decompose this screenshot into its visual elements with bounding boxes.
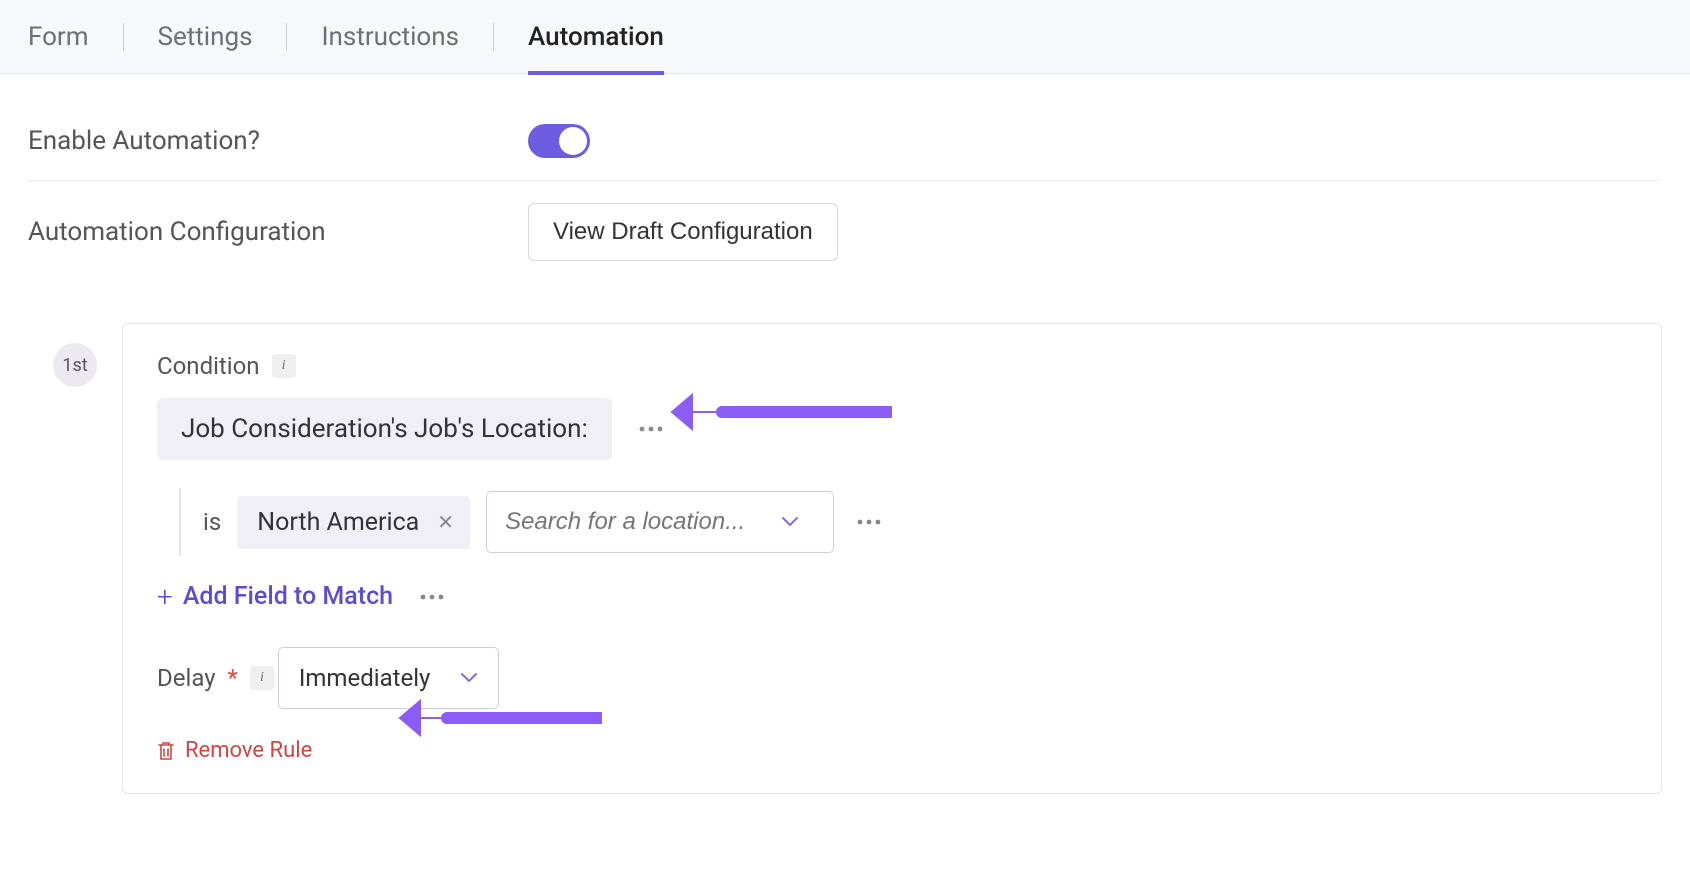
tab-instructions[interactable]: Instructions	[321, 0, 459, 74]
condition-value-chip: North America ✕	[237, 496, 470, 549]
location-search-input[interactable]	[505, 508, 765, 536]
plus-icon: +	[157, 580, 173, 613]
annotation-arrow-icon	[662, 387, 892, 437]
location-search-combobox[interactable]	[486, 491, 834, 553]
chevron-down-icon	[460, 672, 478, 684]
condition-label-row: Condition i	[157, 352, 296, 380]
automation-config-label: Automation Configuration	[28, 217, 528, 247]
info-icon[interactable]: i	[250, 666, 274, 690]
content-area: Enable Automation? Automation Configurat…	[0, 74, 1690, 822]
trash-icon	[157, 741, 175, 761]
view-draft-configuration-button[interactable]: View Draft Configuration	[528, 203, 838, 261]
add-field-row: + Add Field to Match	[157, 580, 1627, 613]
step-column: 1st	[28, 323, 122, 395]
condition-label: Condition	[157, 352, 260, 380]
condition-operator: is	[203, 508, 221, 536]
condition-field-row: Job Consideration's Job's Location:	[157, 398, 1627, 460]
tab-form[interactable]: Form	[28, 0, 89, 74]
add-field-more-icon[interactable]	[413, 587, 451, 607]
delay-value: Immediately	[299, 664, 431, 692]
condition-value-row: is North America ✕	[179, 488, 1627, 556]
condition-field-pill[interactable]: Job Consideration's Job's Location:	[157, 398, 612, 460]
rule-wrap: 1st Condition i Job Consideration's Job'…	[28, 323, 1662, 794]
automation-config-row: Automation Configuration View Draft Conf…	[28, 181, 1662, 283]
tab-automation[interactable]: Automation	[528, 0, 664, 74]
required-asterisk: *	[228, 664, 238, 692]
step-badge: 1st	[53, 343, 97, 387]
add-field-label: Add Field to Match	[183, 582, 393, 611]
condition-value-text: North America	[257, 508, 419, 537]
enable-automation-row: Enable Automation?	[28, 102, 1662, 181]
info-icon[interactable]: i	[272, 354, 296, 378]
enable-automation-label: Enable Automation?	[28, 126, 528, 156]
tabs-bar: Form Settings Instructions Automation	[0, 0, 1690, 74]
chevron-down-icon	[781, 516, 799, 528]
enable-automation-toggle[interactable]	[528, 124, 590, 158]
tab-divider	[286, 23, 287, 51]
remove-rule-button[interactable]: Remove Rule	[157, 738, 312, 763]
condition-value-more-icon[interactable]	[850, 512, 888, 532]
chip-remove-icon[interactable]: ✕	[437, 510, 454, 534]
remove-rule-label: Remove Rule	[185, 738, 312, 763]
delay-label-row: Delay * i	[157, 664, 274, 692]
tab-divider	[493, 23, 494, 51]
delay-section: Delay * i Immediately	[157, 647, 1627, 710]
toggle-knob	[559, 127, 587, 155]
tab-settings[interactable]: Settings	[158, 0, 253, 74]
add-field-to-match-button[interactable]: + Add Field to Match	[157, 580, 393, 613]
rule-card: Condition i Job Consideration's Job's Lo…	[122, 323, 1662, 794]
annotation-arrow-icon	[392, 693, 602, 743]
tab-divider	[123, 23, 124, 51]
delay-label: Delay	[157, 664, 216, 692]
